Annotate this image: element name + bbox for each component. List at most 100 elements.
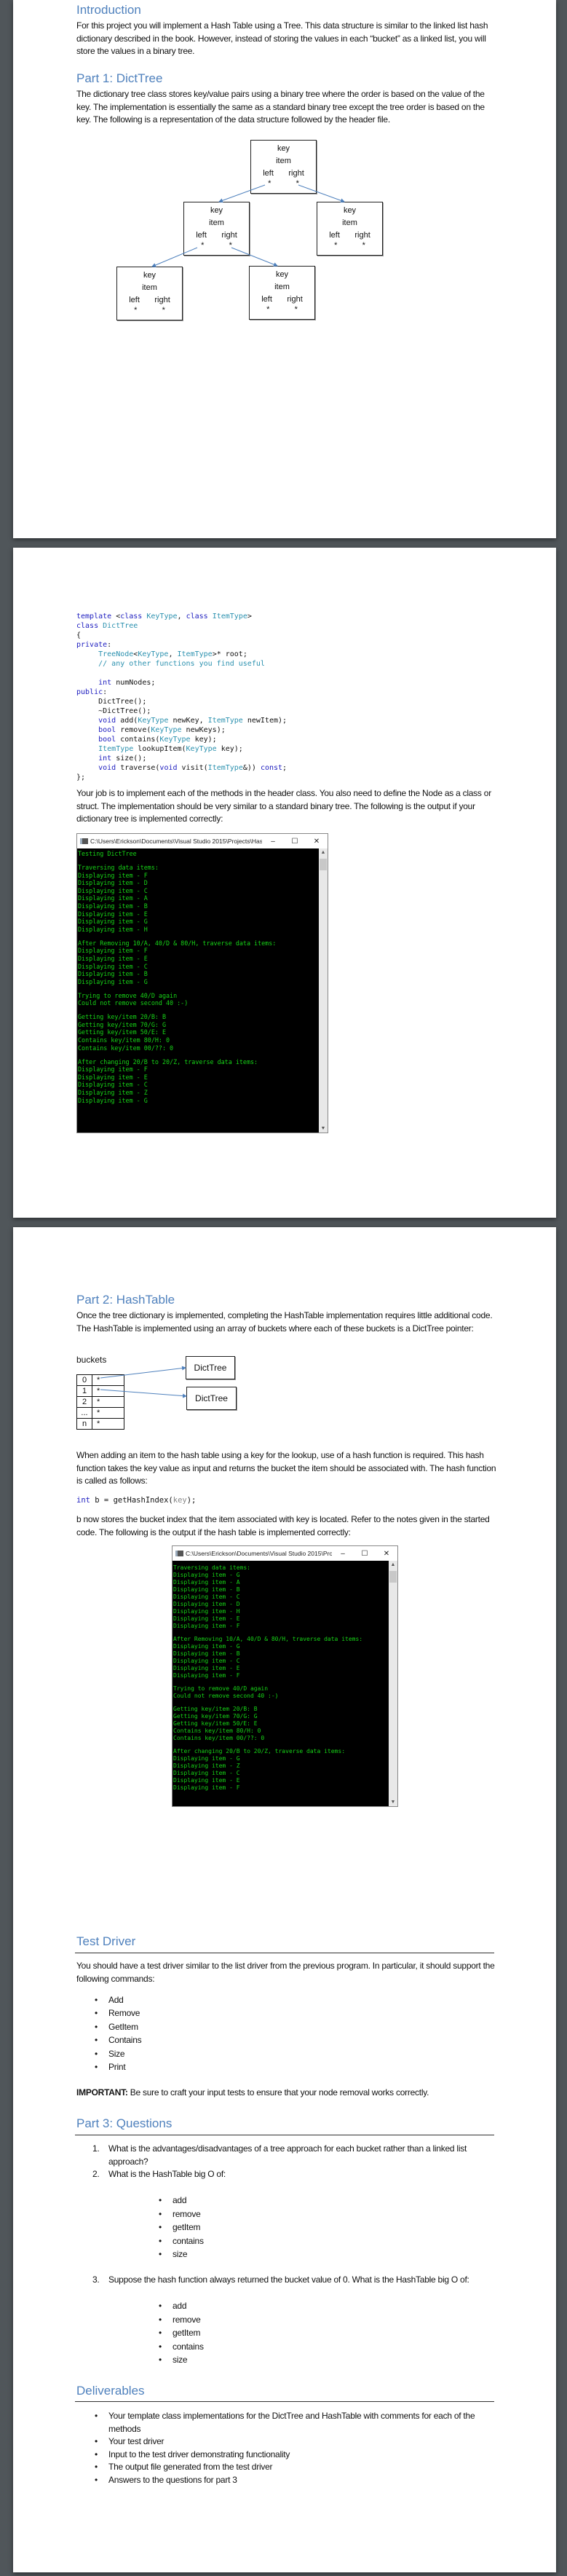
console-line: Displaying item - F: [173, 1672, 240, 1679]
code-token: int: [76, 1496, 90, 1505]
deliverable-item: The output file generated from the test …: [108, 2462, 273, 2472]
console-line: Displaying item - A: [78, 894, 148, 902]
code-line: class DictTree: [76, 621, 287, 631]
question-subitem: size: [173, 2249, 188, 2259]
console-line: Traversing data items:: [78, 863, 159, 871]
code-token: ItemType: [177, 650, 213, 658]
bullet-icon: •: [159, 2341, 162, 2352]
code-line: ~DictTree();: [76, 706, 287, 716]
code-token: ,: [177, 613, 186, 621]
bullet-icon: •: [159, 2301, 162, 2311]
deliverable-item: Your test driver: [108, 2436, 164, 2446]
minimize-button[interactable]: –: [332, 1550, 354, 1558]
console-title: C:\Users\Erickson\Documents\Visual Studi…: [186, 1550, 332, 1557]
console-line: After Removing 10/A, 40/D & 80/H, traver…: [173, 1636, 363, 1642]
code-token: newItem);: [242, 717, 288, 725]
code-token: const: [260, 764, 283, 772]
code-token: key);: [190, 736, 217, 744]
console-output: Traversing data items: Displaying item - …: [173, 1561, 389, 1806]
code-token: newKeys);: [181, 726, 226, 734]
scrollbar-thumb[interactable]: [389, 1571, 397, 1583]
scroll-up-icon[interactable]: ▲: [389, 1562, 397, 1567]
arrow-bucket-1: [100, 1389, 187, 1398]
command-item: GetItem: [108, 2021, 138, 2032]
console-line: Displaying item - C: [173, 1770, 240, 1776]
important-note: IMPORTANT: Be sure to craft your input t…: [76, 2086, 429, 2099]
maximize-button[interactable]: ☐: [284, 838, 306, 846]
console-line: Displaying item - C: [78, 1081, 148, 1089]
console-line: Displaying item - B: [78, 902, 148, 910]
question-number: 3.: [92, 2274, 100, 2285]
bullet-icon: •: [95, 2436, 98, 2446]
question-subitem: getItem: [173, 2222, 201, 2232]
maximize-button[interactable]: ☐: [354, 1550, 376, 1558]
close-button[interactable]: ✕: [376, 1550, 397, 1558]
code-token: visit(: [177, 764, 208, 772]
bullet-icon: •: [95, 2411, 98, 2421]
deliverable-item: Input to the test driver demonstrating f…: [108, 2449, 290, 2459]
code-token: // any other functions you find useful: [76, 660, 265, 668]
code-token: DictTree();: [76, 698, 147, 706]
scroll-down-icon[interactable]: ▼: [389, 1800, 397, 1805]
scroll-up-icon[interactable]: ▲: [319, 850, 328, 855]
console-app-icon: [80, 838, 88, 844]
console-scrollbar[interactable]: ▲ ▼: [319, 848, 328, 1133]
code-token: key: [173, 1496, 187, 1505]
question-subitem: remove: [173, 2314, 201, 2325]
console-line: Contains key/item 80/H: 0: [173, 1728, 261, 1734]
hash-code-line: int b = getHashIndex(key);: [76, 1496, 196, 1505]
bullet-icon: •: [95, 2008, 98, 2019]
heading-rule: [75, 2401, 494, 2402]
deliverable-item: Answers to the questions for part 3: [108, 2475, 237, 2485]
close-button[interactable]: ✕: [306, 838, 328, 846]
scrollbar-thumb[interactable]: [320, 859, 327, 870]
console-line: Displaying item - E: [78, 910, 148, 918]
question-text: What is the advantages/disadvantages of …: [108, 2143, 467, 2167]
code-token: b = getHashIndex(: [90, 1496, 173, 1505]
bullet-icon: •: [95, 2062, 98, 2072]
header-code-block: template <class KeyType, class ItemType>…: [76, 612, 287, 782]
minimize-button[interactable]: –: [262, 838, 284, 846]
code-line: // any other functions you find useful: [76, 659, 287, 669]
code-token: };: [76, 773, 86, 781]
code-line: void add(KeyType newKey, ItemType newIte…: [76, 716, 287, 725]
console-scrollbar[interactable]: ▲ ▼: [389, 1561, 397, 1806]
console-line: Contains key/item 00/??: 0: [173, 1735, 265, 1741]
code-token: <: [111, 613, 121, 621]
code-token: KeyType: [138, 717, 169, 725]
question-subitem: contains: [173, 2341, 204, 2352]
bullet-icon: •: [95, 2048, 98, 2059]
console-line: Trying to remove 40/D again: [78, 991, 178, 999]
code-token: DictTree: [103, 622, 138, 630]
bullet-icon: •: [159, 2222, 162, 2232]
code-token: KeyType: [159, 736, 191, 744]
console-line: Displaying item - G: [78, 1096, 148, 1104]
deliverable-item: Your template class implementations for …: [108, 2411, 475, 2434]
code-line: {: [76, 631, 287, 640]
page-3: Part 2: HashTable Once the tree dictiona…: [13, 1227, 556, 2572]
deliverables-heading: Deliverables: [76, 2384, 145, 2398]
console-line: Traversing data items:: [173, 1564, 250, 1571]
question-subitem: size: [173, 2355, 188, 2365]
console-line: Displaying item - B: [173, 1586, 240, 1593]
test-driver-heading: Test Driver: [76, 1934, 136, 1948]
command-item: Remove: [108, 2008, 140, 2019]
code-token: {: [76, 631, 82, 639]
console-line: Displaying item - C: [78, 886, 148, 894]
scroll-down-icon[interactable]: ▼: [319, 1126, 328, 1131]
part2-heading: Part 2: HashTable: [76, 1293, 175, 1307]
code-token: ItemType: [207, 764, 243, 772]
console-line: Displaying item - C: [173, 1658, 240, 1664]
console-line: Displaying item - G: [78, 918, 148, 926]
question-subitem: add: [173, 2301, 187, 2311]
code-token: void: [76, 717, 116, 725]
code-token: ItemType: [212, 613, 247, 621]
